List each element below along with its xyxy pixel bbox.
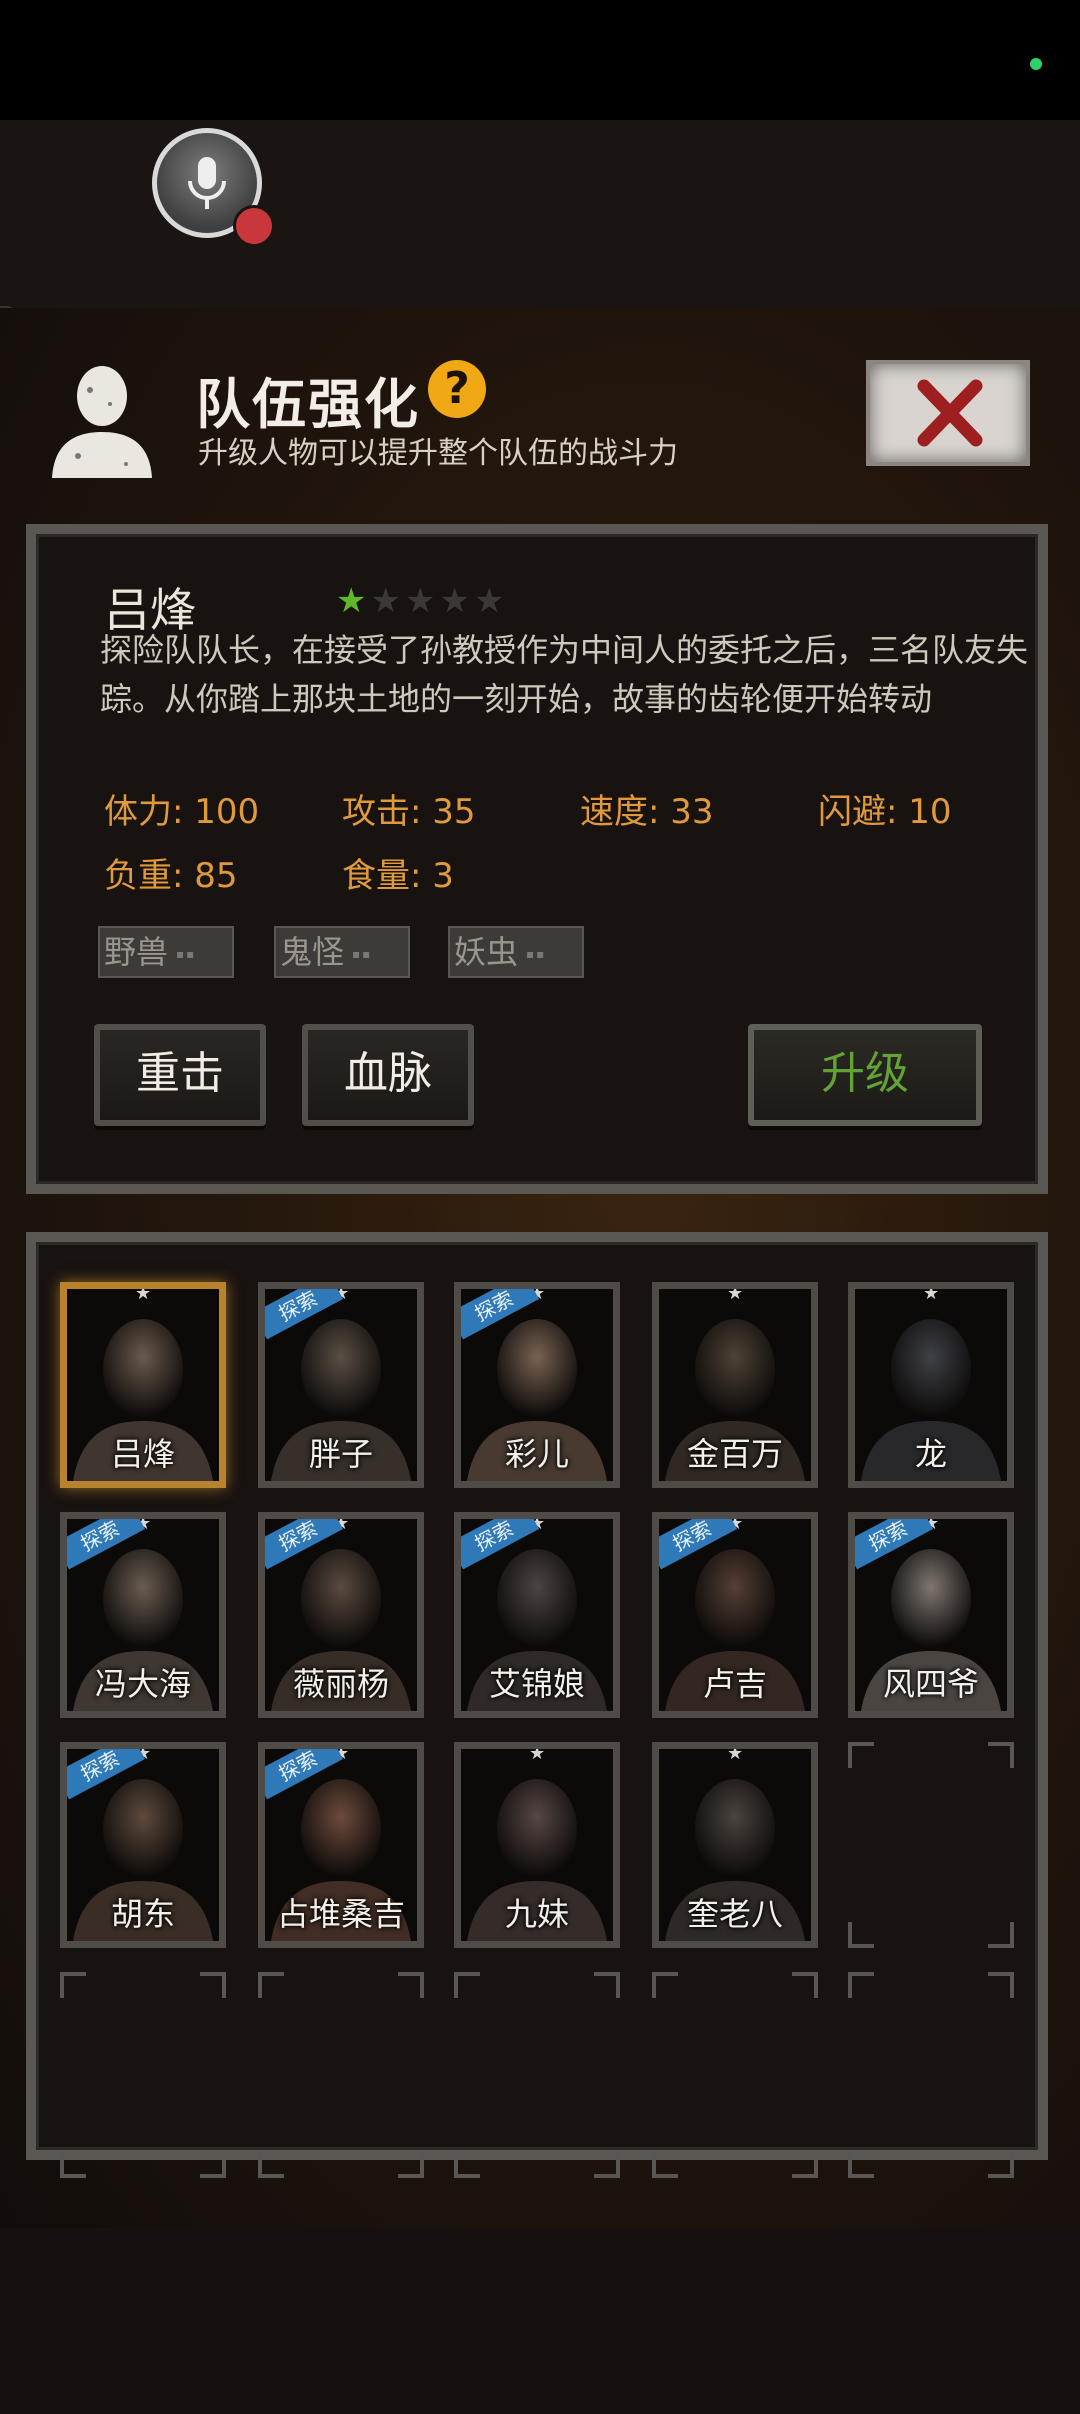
roster-card-name: 胖子: [308, 1435, 373, 1473]
profile-silhouette-icon: [52, 366, 152, 478]
roster-card[interactable]: ★ 探索 薇丽杨: [258, 1512, 424, 1718]
roster-card[interactable]: ★ 探索 风四爷: [848, 1512, 1014, 1718]
roster-card-name: 薇丽杨: [292, 1665, 389, 1703]
roster-card-name: 冯大海: [94, 1665, 191, 1703]
roster-card[interactable]: ★ 奎老八: [652, 1742, 818, 1948]
rank-star-icon: ★: [529, 1743, 546, 1764]
help-icon[interactable]: ?: [428, 360, 486, 418]
stat-load: 负重: 85: [104, 856, 238, 896]
microphone-muted-icon[interactable]: [152, 128, 275, 247]
stat-speed: 速度: 33: [580, 792, 714, 832]
stat-stamina: 体力: 100: [104, 792, 260, 832]
empty-roster-slot: [848, 1742, 1014, 1948]
rank-star-icon: ★: [923, 1283, 940, 1304]
tag-insect: 妖虫 ▪▪: [448, 926, 584, 978]
close-icon: [917, 379, 983, 447]
roster-card-name: 风四爷: [882, 1665, 979, 1703]
roster-card-name: 吕烽: [110, 1435, 175, 1473]
empty-roster-slot: [652, 1972, 818, 2178]
roster-card[interactable]: ★ 探索 占堆桑吉: [258, 1742, 424, 1948]
stat-attack: 攻击: 35: [342, 792, 476, 832]
character-info-panel: 吕烽 ★ ★ ★ ★ ★ 探险队队长，在接受了孙教授作为中间人的委托之后，三名队…: [26, 524, 1048, 1194]
rank-star-icon: ★: [727, 1743, 744, 1764]
empty-roster-slot: [258, 1972, 424, 2178]
roster-card-name: 占堆桑吉: [276, 1895, 405, 1933]
roster-card[interactable]: ★ 探索 卢吉: [652, 1512, 818, 1718]
star-icon: ★: [439, 581, 470, 621]
skill-heavy-strike-button[interactable]: 重击: [94, 1024, 266, 1126]
roster-card-name: 艾锦娘: [488, 1665, 585, 1703]
roster-card-name: 金百万: [686, 1435, 783, 1473]
stat-food: 食量: 3: [342, 856, 454, 896]
page-subtitle: 升级人物可以提升整个队伍的战斗力: [198, 436, 678, 471]
roster-card[interactable]: ★ 探索 胡东: [60, 1742, 226, 1948]
roster-card[interactable]: ★ 探索 胖子: [258, 1282, 424, 1488]
rank-star-icon: ★: [135, 1283, 152, 1304]
roster-card[interactable]: ★ 探索 冯大海: [60, 1512, 226, 1718]
star-icon: ★: [370, 581, 401, 621]
star-rating: ★ ★ ★ ★ ★: [336, 584, 504, 618]
roster-card-name: 九妹: [504, 1895, 569, 1933]
upgrade-button[interactable]: 升级: [748, 1024, 982, 1126]
camera-indicator-icon: [1030, 58, 1042, 70]
roster-card[interactable]: ★ 探索 艾锦娘: [454, 1512, 620, 1718]
roster-card-name: 龙: [914, 1435, 947, 1473]
empty-roster-slot: [60, 1972, 226, 2178]
bottom-bar: [0, 2228, 1080, 2414]
roster-card-name: 奎老八: [686, 1895, 783, 1933]
roster-card[interactable]: ★ 龙: [848, 1282, 1014, 1488]
star-icon: ★: [336, 581, 367, 621]
close-button[interactable]: [866, 360, 1030, 466]
star-icon: ★: [473, 581, 505, 621]
roster-panel: ★ 吕烽 ★ 探索 胖子 ★ 探索 彩儿 ★ 金百万 ★ 龙 ★ 探索 冯大海 ★ 探索 薇丽杨 ★ 探索 艾锦娘 ★ 探索…: [26, 1232, 1048, 2178]
roster-card[interactable]: ★ 吕烽: [60, 1282, 226, 1488]
rank-star-icon: ★: [727, 1283, 744, 1304]
roster-card[interactable]: ★ 九妹: [454, 1742, 620, 1948]
character-description: 探险队队长，在接受了孙教授作为中间人的委托之后，三名队友失踪。从你踏上那块土地的…: [100, 631, 1029, 718]
roster-card-name: 彩儿: [504, 1435, 569, 1473]
tag-ghost: 鬼怪 ▪▪: [274, 926, 410, 978]
stat-dodge: 闪避: 10: [818, 792, 952, 832]
tag-beast: 野兽 ▪▪: [98, 926, 234, 978]
roster-card[interactable]: ★ 金百万: [652, 1282, 818, 1488]
roster-card[interactable]: ★ 探索 彩儿: [454, 1282, 620, 1488]
roster-card-name: 卢吉: [702, 1665, 767, 1703]
empty-roster-slot: [454, 1972, 620, 2178]
empty-roster-slot: [848, 1972, 1014, 2178]
skill-bloodline-button[interactable]: 血脉: [302, 1024, 474, 1126]
team-upgrade-screen: 队伍强化 ? 升级人物可以提升整个队伍的战斗力 吕烽 ★ ★ ★ ★ ★ 探险队…: [0, 308, 1080, 2228]
star-icon: ★: [404, 581, 436, 621]
roster-card-name: 胡东: [110, 1895, 175, 1933]
status-bar: [0, 0, 1080, 120]
